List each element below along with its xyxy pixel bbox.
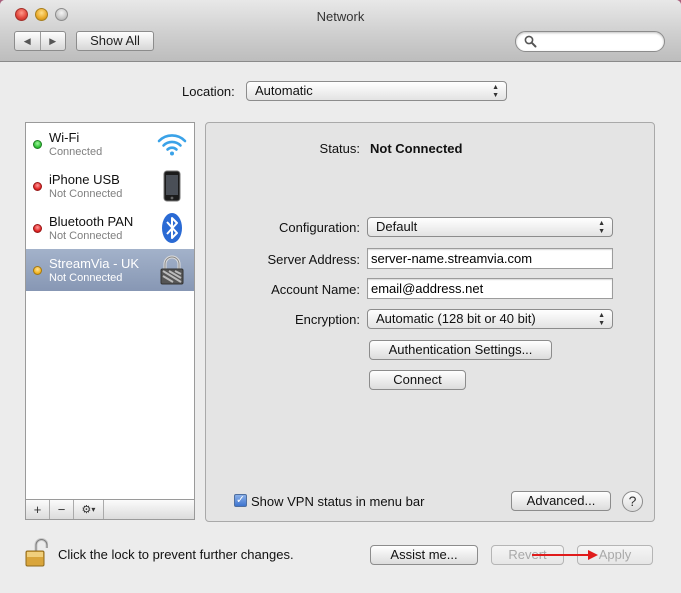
encryption-label: Encryption: xyxy=(294,312,360,327)
show-all-button[interactable]: Show All xyxy=(76,31,154,51)
vpn-lock-icon xyxy=(160,255,184,285)
encryption-popup[interactable]: Automatic (128 bit or 40 bit) ▲ ▼ xyxy=(367,309,613,329)
account-name-field[interactable] xyxy=(367,278,613,299)
add-service-button[interactable]: + xyxy=(26,500,50,519)
window-title: Network xyxy=(316,9,365,24)
lock-icon[interactable] xyxy=(24,537,48,567)
configuration-label: Configuration: xyxy=(279,220,360,235)
search-icon xyxy=(524,35,537,48)
service-list-controls: + − ⚙ ▾ xyxy=(26,499,194,519)
service-item-bluetooth-pan[interactable]: Bluetooth PAN Not Connected xyxy=(26,207,194,249)
service-status: Not Connected xyxy=(49,230,123,242)
configuration-popup[interactable]: Default ▲ ▼ xyxy=(367,217,613,237)
popup-arrows-icon: ▲ ▼ xyxy=(598,312,605,327)
authentication-settings-button[interactable]: Authentication Settings... xyxy=(369,340,552,360)
status-value: Not Connected xyxy=(370,141,463,156)
status-dot xyxy=(33,224,42,233)
assist-me-button[interactable]: Assist me... xyxy=(370,545,478,565)
chevron-right-icon: ▶ xyxy=(49,35,57,46)
server-address-field[interactable] xyxy=(367,248,613,269)
service-actions-menu[interactable]: ⚙ ▾ xyxy=(74,500,104,519)
forward-button[interactable]: ▶ xyxy=(39,32,66,50)
search-field[interactable] xyxy=(515,31,665,52)
back-forward-group: ◀ ▶ xyxy=(14,31,66,51)
bluetooth-icon xyxy=(162,213,182,243)
annotation-arrow-icon xyxy=(532,550,598,560)
wifi-icon xyxy=(157,134,187,156)
search-input[interactable] xyxy=(542,34,658,49)
advanced-button[interactable]: Advanced... xyxy=(511,491,611,511)
status-dot xyxy=(33,182,42,191)
server-address-label: Server Address: xyxy=(267,252,361,267)
chevron-down-icon: ▾ xyxy=(91,505,96,514)
encryption-value: Automatic (128 bit or 40 bit) xyxy=(376,311,536,326)
status-dot xyxy=(33,140,42,149)
iphone-icon xyxy=(163,170,181,202)
service-list: Wi-Fi Connected iPhone USB Not Connected… xyxy=(25,122,195,520)
checkmark-icon: ✓ xyxy=(235,494,246,506)
title-bar: Network ◀ ▶ Show All xyxy=(0,0,681,62)
service-name: Wi-Fi xyxy=(49,130,80,145)
service-name: Bluetooth PAN xyxy=(49,214,134,229)
show-vpn-status-checkbox[interactable]: ✓ xyxy=(234,494,247,507)
location-value: Automatic xyxy=(255,83,313,98)
account-name-label: Account Name: xyxy=(271,282,360,297)
location-label: Location: xyxy=(182,84,235,99)
service-name: StreamVia - UK xyxy=(49,256,140,271)
connect-button[interactable]: Connect xyxy=(369,370,466,390)
network-preferences-window: Network ◀ ▶ Show All Location: Automatic… xyxy=(0,0,681,593)
configuration-value: Default xyxy=(376,219,418,234)
service-status: Not Connected xyxy=(49,272,123,284)
status-dot xyxy=(33,266,42,275)
back-button[interactable]: ◀ xyxy=(15,32,40,50)
remove-service-button[interactable]: − xyxy=(50,500,74,519)
show-vpn-status-label: Show VPN status in menu bar xyxy=(251,494,425,509)
service-item-wifi[interactable]: Wi-Fi Connected xyxy=(26,123,194,165)
gear-icon: ⚙ xyxy=(81,504,92,516)
help-button[interactable]: ? xyxy=(622,491,643,512)
service-name: iPhone USB xyxy=(49,172,120,187)
popup-arrows-icon: ▲ ▼ xyxy=(492,84,499,99)
chevron-left-icon: ◀ xyxy=(23,35,31,46)
service-status: Not Connected xyxy=(49,188,123,200)
service-item-iphone-usb[interactable]: iPhone USB Not Connected xyxy=(26,165,194,207)
service-item-streamvia-uk[interactable]: StreamVia - UK Not Connected xyxy=(26,249,194,291)
location-popup[interactable]: Automatic ▲ ▼ xyxy=(246,81,507,101)
service-status: Connected xyxy=(49,146,103,158)
lock-message: Click the lock to prevent further change… xyxy=(58,547,294,562)
status-label: Status: xyxy=(319,141,360,156)
popup-arrows-icon: ▲ ▼ xyxy=(598,220,605,235)
